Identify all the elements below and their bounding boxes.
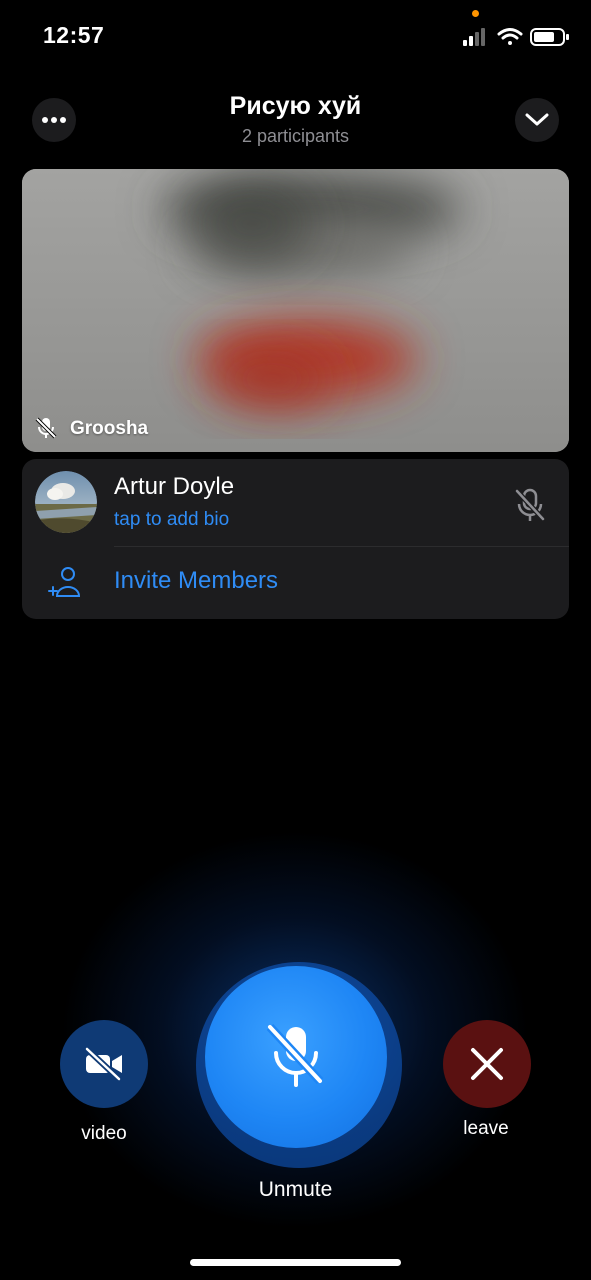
blurred-video-frame xyxy=(22,169,569,452)
battery-icon xyxy=(530,28,569,46)
close-icon xyxy=(471,1048,503,1080)
video-off-icon xyxy=(84,1046,122,1082)
cellular-signal-icon xyxy=(463,28,485,46)
leave-button[interactable] xyxy=(443,1020,531,1108)
participants-list: Artur Doyle tap to add bio Invite Member… xyxy=(22,459,569,619)
video-participant-name: Groosha xyxy=(70,418,149,439)
wifi-icon xyxy=(497,28,523,45)
chevron-down-icon xyxy=(525,113,549,126)
video-label: video xyxy=(81,1123,127,1144)
avatar xyxy=(35,471,97,533)
invite-members-label: Invite Members xyxy=(114,567,279,594)
unmute-label: Unmute xyxy=(258,1178,333,1201)
home-indicator[interactable] xyxy=(190,1259,401,1266)
divider xyxy=(114,546,569,547)
unmute-button[interactable] xyxy=(205,966,387,1148)
status-icons xyxy=(463,28,569,46)
participant-video-tile[interactable] xyxy=(22,169,569,452)
muted-mic-icon xyxy=(266,1023,324,1087)
video-toggle-button[interactable] xyxy=(60,1020,148,1108)
participant-count: 2 participants xyxy=(241,126,350,146)
participant-bio[interactable]: tap to add bio xyxy=(114,509,229,531)
leave-label: leave xyxy=(463,1118,509,1139)
participant-name: Artur Doyle xyxy=(114,473,235,500)
voice-chat-screen: 12:57 Рисую хуй 2 participants Groosha A… xyxy=(0,0,591,1280)
status-time: 12:57 xyxy=(43,22,105,48)
add-user-icon xyxy=(48,567,81,597)
collapse-button[interactable] xyxy=(515,98,559,142)
muted-mic-icon xyxy=(35,417,57,439)
muted-mic-icon[interactable] xyxy=(510,485,550,525)
call-title: Рисую хуй xyxy=(229,92,362,120)
privacy-indicator-dot xyxy=(472,10,479,17)
